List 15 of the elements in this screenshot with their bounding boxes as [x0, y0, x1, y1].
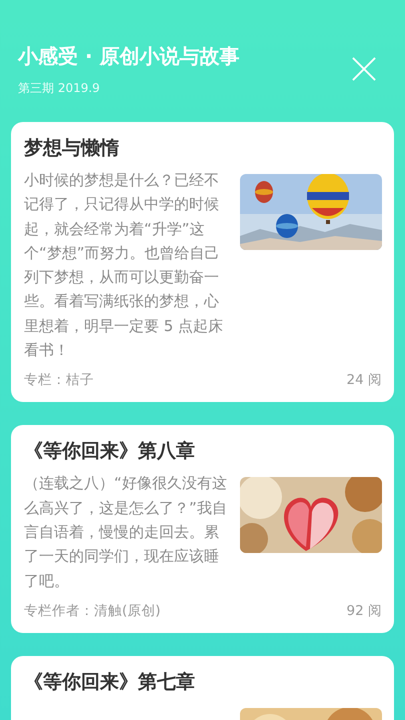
page-title: 小感受 · 原创小说与故事 [18, 43, 240, 70]
close-icon[interactable] [352, 57, 376, 81]
issue-label: 第三期 2019.9 [18, 80, 101, 97]
read-count: 24 阅 [346, 371, 382, 390]
article-title: 《等你回来》第八章 [24, 439, 196, 464]
article-title: 梦想与懒惰 [24, 136, 120, 161]
read-count: 92 阅 [346, 602, 382, 621]
article-card[interactable]: 梦想与懒惰 小时候的梦想是什么？已经不记得了，只记得从中学的时候起，就会经常为着“升学”这个“梦想”而努力。也曾给自己列下梦想，从而可以更勤奋一些。看着写满纸张的梦想，心里想着，明早一定要 5 点起床看书！ 专栏：桔子 24 阅 [11, 122, 394, 402]
article-excerpt: 小时候的梦想是什么？已经不记得了，只记得从中学的时候起，就会经常为着“升学”这个“梦想”而努力。也曾给自己列下梦想，从而可以更勤奋一些。看着写满纸张的梦想，心里想着，明早一定要 5 点起床看书！ [24, 170, 224, 362]
column-author: 专栏：桔子 [24, 371, 94, 390]
article-card[interactable]: 《等你回来》第八章 （连载之八）“好像很久没有这么高兴了，这是怎么了？”我自言自语着，慢慢的走回去。累了一天的同学们，现在应该睡了吧。 专栏作者：清触(原创) 92 阅 [11, 425, 394, 633]
article-card[interactable]: 《等你回来》第七章 [11, 656, 394, 720]
column-author: 专栏作者：清触(原创) [24, 602, 161, 621]
article-excerpt: （连载之八）“好像很久没有这么高兴了，这是怎么了？”我自言自语着，慢慢的走回去。累了一天的同学们，现在应该睡了吧。 [24, 473, 228, 592]
article-title: 《等你回来》第七章 [24, 670, 196, 695]
